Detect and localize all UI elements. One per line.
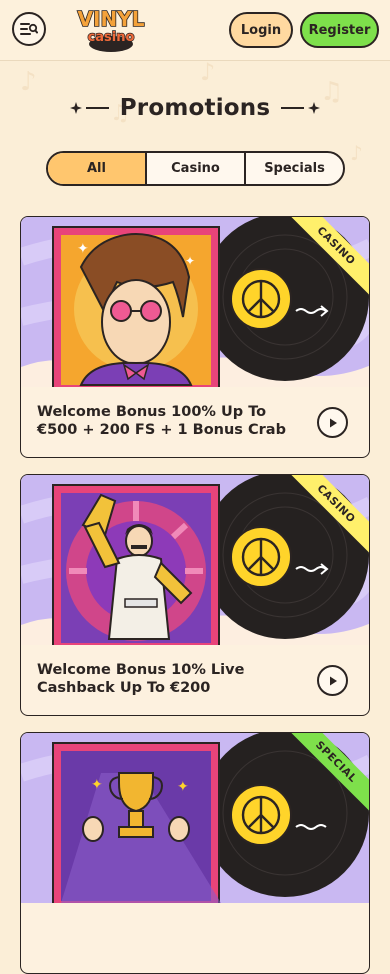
promo-title: Welcome Bonus 10% Live Cashback Up To €2… [37,662,245,696]
svg-text:✦: ✦ [177,779,189,795]
menu-button[interactable] [12,12,46,46]
category-ribbon: CASINO [279,475,369,565]
login-button[interactable]: Login [229,12,293,48]
svg-text:VINYL: VINYL [78,7,145,31]
svg-text:♪: ♪ [350,141,363,165]
tab-specials[interactable]: Specials [244,153,343,184]
title-right-decoration [280,101,321,115]
register-button[interactable]: Register [300,12,379,48]
tab-all[interactable]: All [48,153,145,184]
svg-text:♪: ♪ [200,60,215,86]
promo-title: Welcome Bonus 100% Up To €500 + 200 FS +… [37,404,286,438]
menu-search-icon [20,23,38,35]
category-badge: CASINO [282,217,369,300]
category-badge: SPECIAL [282,733,369,816]
svg-text:casino: casino [88,30,135,45]
category-ribbon: CASINO [279,217,369,307]
svg-text:✦: ✦ [185,254,195,268]
tab-casino[interactable]: Casino [145,153,244,184]
category-badge: CASINO [282,475,369,558]
vinyl-casino-logo[interactable]: VINYL casino [66,4,156,54]
header: VINYL casino Login Register [0,0,390,61]
svg-text:✦: ✦ [77,241,89,257]
category-ribbon: SPECIAL [279,733,369,823]
promo-filter-tabs: All Casino Specials [46,151,345,186]
promo-card[interactable]: ✦ ✦ SPECIAL [20,732,370,974]
page-title-row: Promotions [0,90,390,126]
play-icon [329,418,337,427]
promo-open-button[interactable] [317,407,348,438]
page-title: Promotions [119,95,271,121]
promo-open-button[interactable] [317,665,348,696]
play-icon [329,676,337,685]
title-left-decoration [69,101,110,115]
promo-card[interactable]: ✦ ✦ CASINO Welcome Bonus 100% Up To €500… [20,216,370,458]
promo-card[interactable]: CASINO Welcome Bonus 10% Live Cashback U… [20,474,370,716]
svg-text:✦: ✦ [91,777,103,793]
